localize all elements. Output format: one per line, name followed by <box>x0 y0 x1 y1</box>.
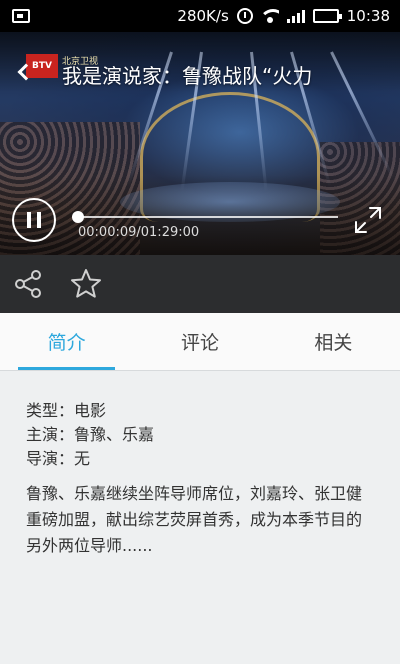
playback-time: 00:00:09/01:29:00 <box>78 225 200 240</box>
description: 鲁豫、乐嘉继续坐阵导师席位，刘嘉玲、张卫健重磅加盟，献出综艺荧屏首秀，成为本季节… <box>26 484 363 555</box>
fullscreen-icon <box>355 207 381 233</box>
tab-comments[interactable]: 评论 <box>133 313 266 370</box>
signal-icon <box>286 9 305 23</box>
tab-bar: 简介 评论 相关 <box>0 313 400 371</box>
battery-icon <box>312 9 342 23</box>
favorite-button[interactable] <box>68 266 104 302</box>
wifi-icon <box>260 9 279 23</box>
share-icon <box>15 270 41 298</box>
cast-line: 主演：鲁豫、乐嘉 <box>26 425 155 444</box>
pause-icon <box>27 212 31 228</box>
notification-icon <box>12 9 30 23</box>
share-button[interactable] <box>10 266 46 302</box>
genre-line: 类型：电影 <box>26 401 107 420</box>
progress-bar[interactable] <box>78 216 338 218</box>
action-bar <box>0 255 400 313</box>
intro-panel: 类型：电影 主演：鲁豫、乐嘉 导演：无 鲁豫、乐嘉继续坐阵导师席位，刘嘉玲、张卫… <box>0 371 400 664</box>
video-title: 我是演说家：鲁豫战队“火力 <box>62 64 313 88</box>
alarm-icon <box>236 8 253 24</box>
tab-related[interactable]: 相关 <box>267 313 400 370</box>
star-icon <box>71 269 101 298</box>
video-player[interactable]: BTV 北京卫视 我是演说家：鲁豫战队“火力 00:00:09/01:29:00 <box>0 32 400 255</box>
fullscreen-button[interactable] <box>352 204 384 236</box>
status-bar: 280K/s 10:38 <box>0 0 400 32</box>
pause-button[interactable] <box>12 198 56 242</box>
director-line: 导演：无 <box>26 449 91 468</box>
clock: 10:38 <box>346 7 390 25</box>
tab-intro[interactable]: 简介 <box>0 313 133 370</box>
network-speed: 280K/s <box>177 7 229 25</box>
